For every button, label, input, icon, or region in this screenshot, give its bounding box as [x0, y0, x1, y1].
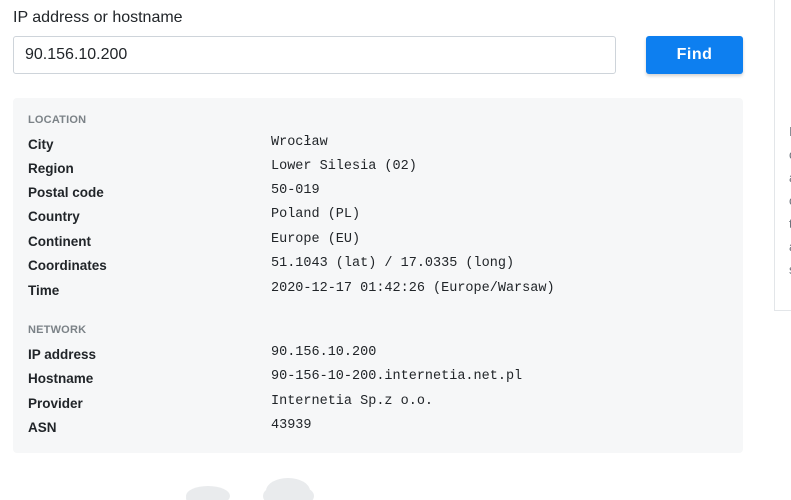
location-row-coordinates: Coordinates 51.1043 (lat) / 17.0335 (lon…	[28, 256, 728, 276]
row-value: 50-019	[271, 183, 320, 198]
row-value: Internetia Sp.z o.o.	[271, 394, 434, 409]
row-value: Lower Silesia (02)	[271, 159, 417, 174]
row-key: Postal code	[28, 185, 104, 200]
row-key: Country	[28, 209, 80, 224]
location-row-region: Region Lower Silesia (02)	[28, 159, 728, 179]
row-value: 51.1043 (lat) / 17.0335 (long)	[271, 256, 515, 271]
clouds-decoration	[186, 478, 314, 500]
network-row-asn: ASN 43939	[28, 418, 728, 438]
row-key: ASN	[28, 420, 57, 435]
network-row-provider: Provider Internetia Sp.z o.o.	[28, 394, 728, 414]
result-card: LOCATION City Wrocław Region Lower Siles…	[13, 98, 743, 453]
location-row-postal-code: Postal code 50-019	[28, 183, 728, 203]
location-row-city: City Wrocław	[28, 135, 728, 155]
row-key: Provider	[28, 396, 83, 411]
location-row-time: Time 2020-12-17 01:42:26 (Europe/Warsaw)	[28, 281, 728, 301]
row-key: IP address	[28, 347, 97, 362]
location-section-title: LOCATION	[28, 114, 87, 126]
row-value: Poland (PL)	[271, 207, 361, 222]
location-row-country: Country Poland (PL)	[28, 207, 728, 227]
row-value: Europe (EU)	[271, 232, 361, 247]
row-key: Time	[28, 283, 60, 298]
row-value: 90-156-10-200.internetia.net.pl	[271, 369, 523, 384]
row-value: 90.156.10.200	[271, 345, 377, 360]
network-row-hostname: Hostname 90-156-10-200.internetia.net.pl	[28, 369, 728, 389]
row-key: Region	[28, 161, 74, 176]
search-label: IP address or hostname	[13, 9, 183, 26]
row-value: 43939	[271, 418, 312, 433]
location-row-continent: Continent Europe (EU)	[28, 232, 728, 252]
network-section-title: NETWORK	[28, 324, 87, 336]
row-key: Coordinates	[28, 258, 107, 273]
row-key: Continent	[28, 234, 91, 249]
find-button[interactable]: Find	[646, 36, 743, 74]
row-value: 2020-12-17 01:42:26 (Europe/Warsaw)	[271, 281, 555, 296]
row-key: Hostname	[28, 371, 94, 386]
row-key: City	[28, 137, 54, 152]
network-row-ip-address: IP address 90.156.10.200	[28, 345, 728, 365]
side-panel: I c a c t a s	[774, 0, 791, 311]
row-value: Wrocław	[271, 135, 328, 150]
ip-hostname-input[interactable]	[13, 36, 616, 74]
